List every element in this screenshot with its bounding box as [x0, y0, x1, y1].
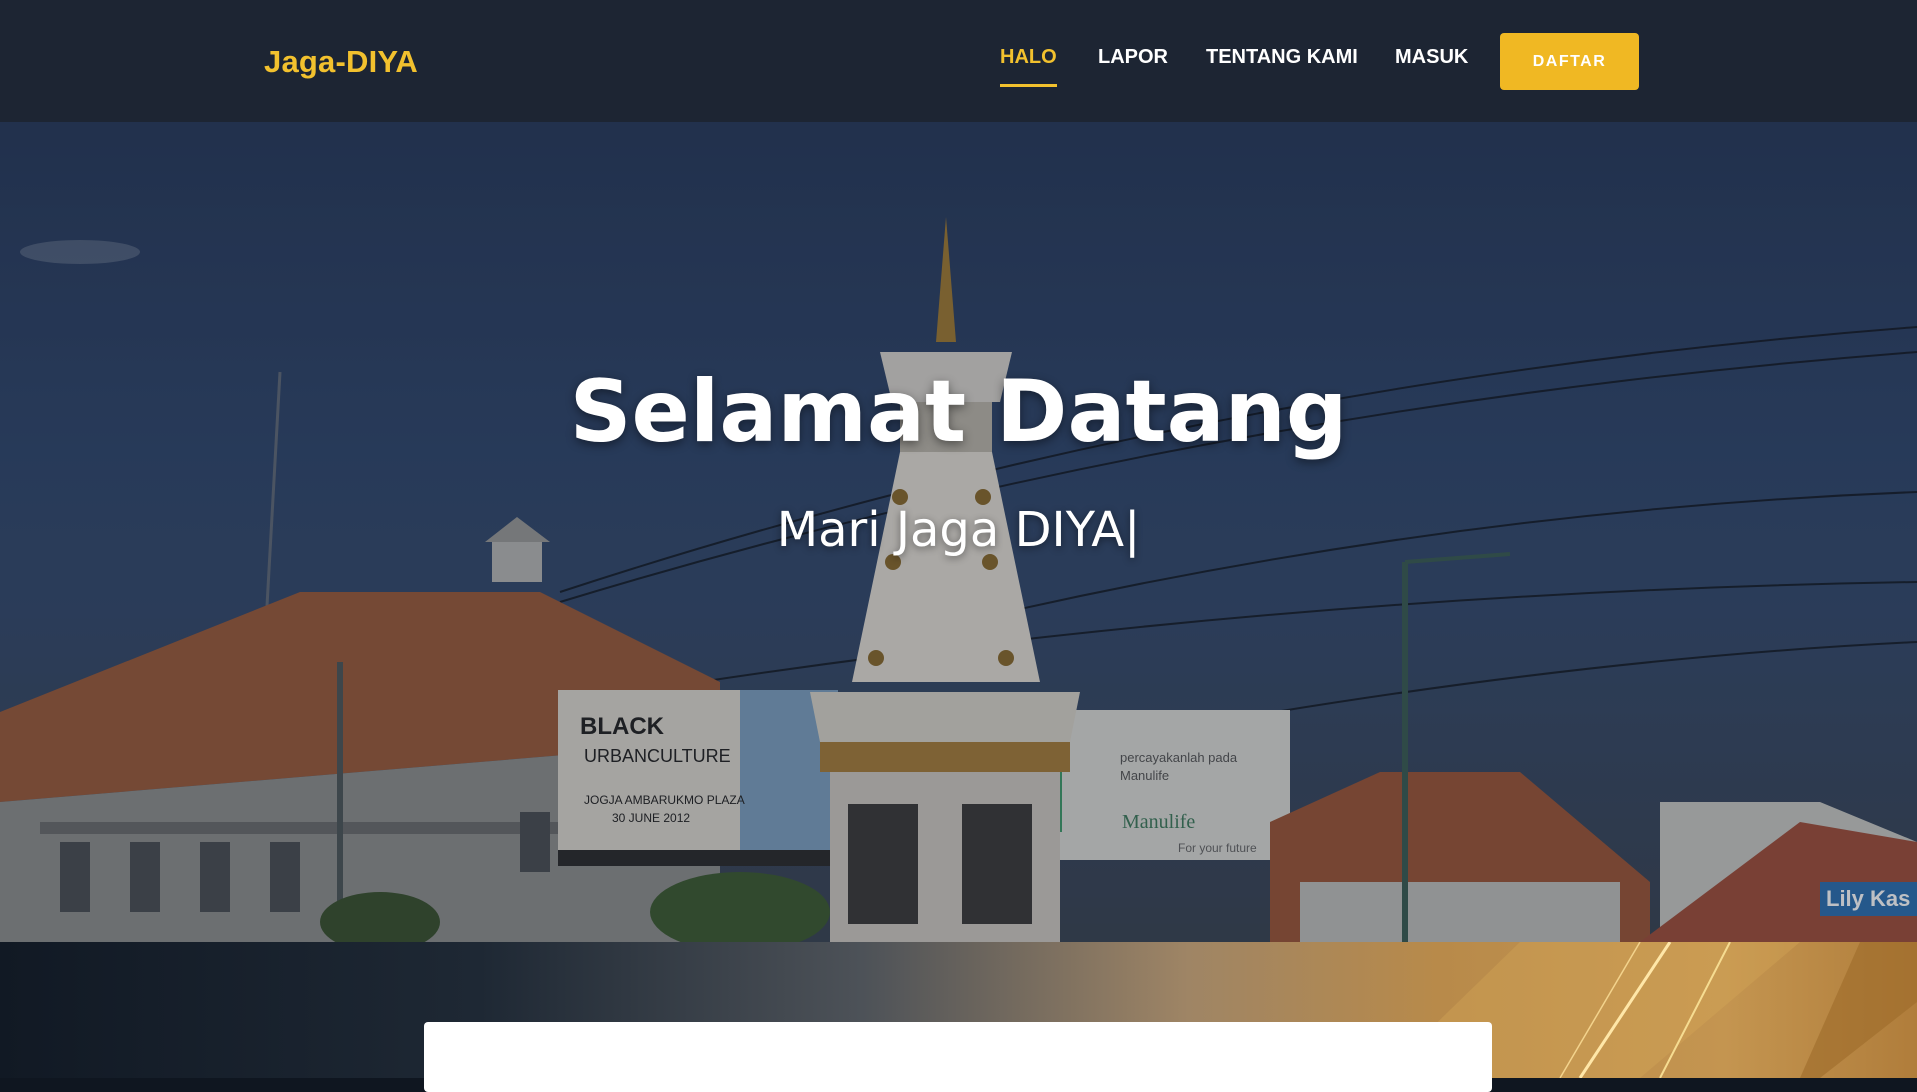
top-navbar: Jaga-DIYA HALO LAPOR TENTANG KAMI MASUK …: [0, 0, 1917, 122]
daftar-button[interactable]: DAFTAR: [1500, 33, 1639, 90]
hero-title: Selamat Datang: [569, 362, 1348, 462]
nav-masuk[interactable]: MASUK: [1395, 46, 1468, 69]
nav-halo[interactable]: HALO: [1000, 46, 1057, 87]
nav-tentang-kami[interactable]: TENTANG KAMI: [1206, 46, 1358, 69]
content-card: [424, 1022, 1492, 1092]
hero-section: BLACK URBANCULTURE JOGJA AMBARUKMO PLAZA…: [0, 122, 1917, 942]
nav-lapor[interactable]: LAPOR: [1098, 46, 1168, 69]
hero-subtitle-text: Mari Jaga DIYA: [776, 502, 1125, 558]
typing-cursor: |: [1124, 502, 1141, 558]
hero-subtitle: Mari Jaga DIYA|: [0, 502, 1917, 558]
